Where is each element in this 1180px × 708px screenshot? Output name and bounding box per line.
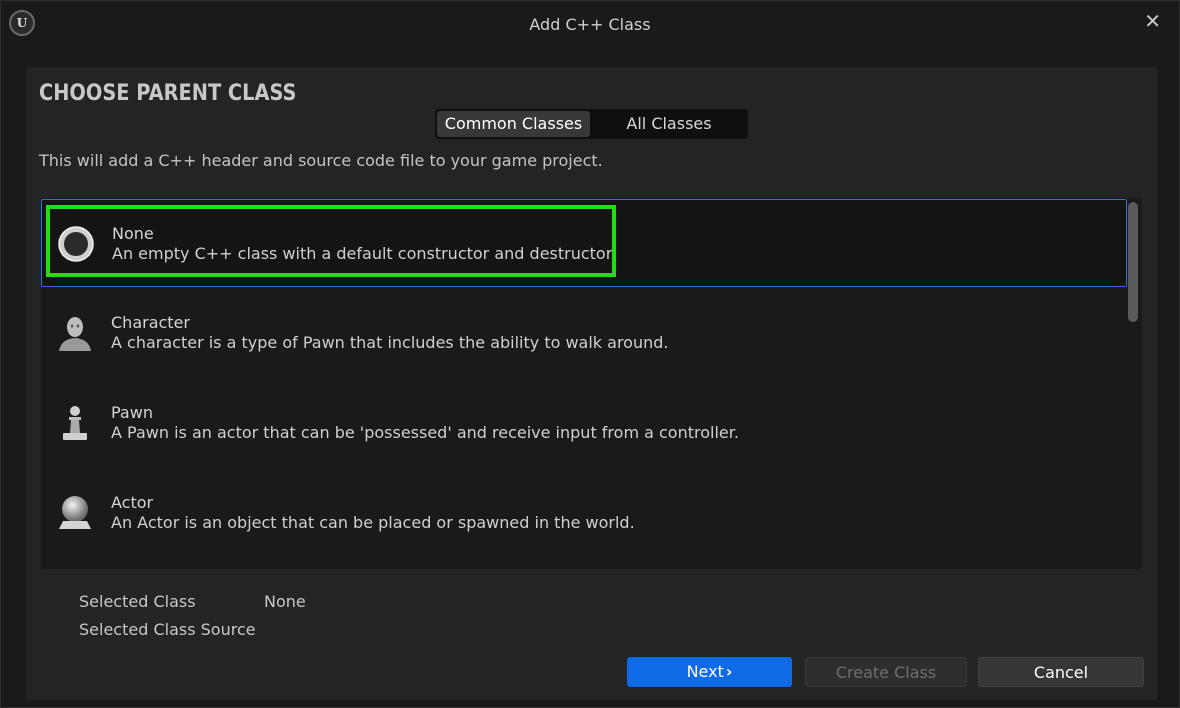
page-title: CHOOSE PARENT CLASS [39,81,297,106]
class-filter-tabs: Common Classes All Classes [435,109,748,139]
character-icon [59,317,91,351]
list-scrollbar[interactable] [1128,202,1138,322]
add-cpp-class-window: U Add C++ Class ✕ CHOOSE PARENT CLASS Co… [0,0,1180,708]
class-name: None [112,224,154,243]
panel-description: This will add a C++ header and source co… [39,151,603,170]
title-bar: U Add C++ Class ✕ [1,1,1179,47]
class-description: A Pawn is an actor that can be 'possesse… [111,423,739,442]
class-list: None An empty C++ class with a default c… [41,198,1142,569]
class-row-actor[interactable]: Actor An Actor is an object that can be … [41,469,1127,557]
class-row-none[interactable]: None An empty C++ class with a default c… [41,199,1127,287]
choose-parent-panel: CHOOSE PARENT CLASS Common Classes All C… [26,67,1157,700]
class-description: An Actor is an object that can be placed… [111,513,635,532]
class-name: Actor [111,493,154,512]
create-class-button[interactable]: Create Class [805,657,967,687]
actor-icon [59,496,91,529]
tab-all-classes[interactable]: All Classes [592,111,746,137]
window-title: Add C++ Class [529,15,651,34]
next-button-label: Next [686,662,724,681]
none-class-icon [58,226,94,262]
class-name: Character [111,313,190,332]
class-row-pawn[interactable]: Pawn A Pawn is an actor that can be 'pos… [41,379,1127,467]
selected-class-value: None [264,592,306,611]
next-button[interactable]: Next › [627,657,792,687]
tab-common-classes[interactable]: Common Classes [437,111,590,137]
selected-class-source-label: Selected Class Source [79,620,256,639]
class-description: An empty C++ class with a default constr… [112,244,616,263]
cancel-button[interactable]: Cancel [978,657,1144,687]
close-icon[interactable]: ✕ [1144,9,1161,33]
class-description: A character is a type of Pawn that inclu… [111,333,669,352]
chevron-right-icon: › [725,662,733,681]
class-name: Pawn [111,403,153,422]
class-row-character[interactable]: Character A character is a type of Pawn … [41,289,1127,377]
selected-class-label: Selected Class [79,592,196,611]
pawn-icon [63,406,87,440]
